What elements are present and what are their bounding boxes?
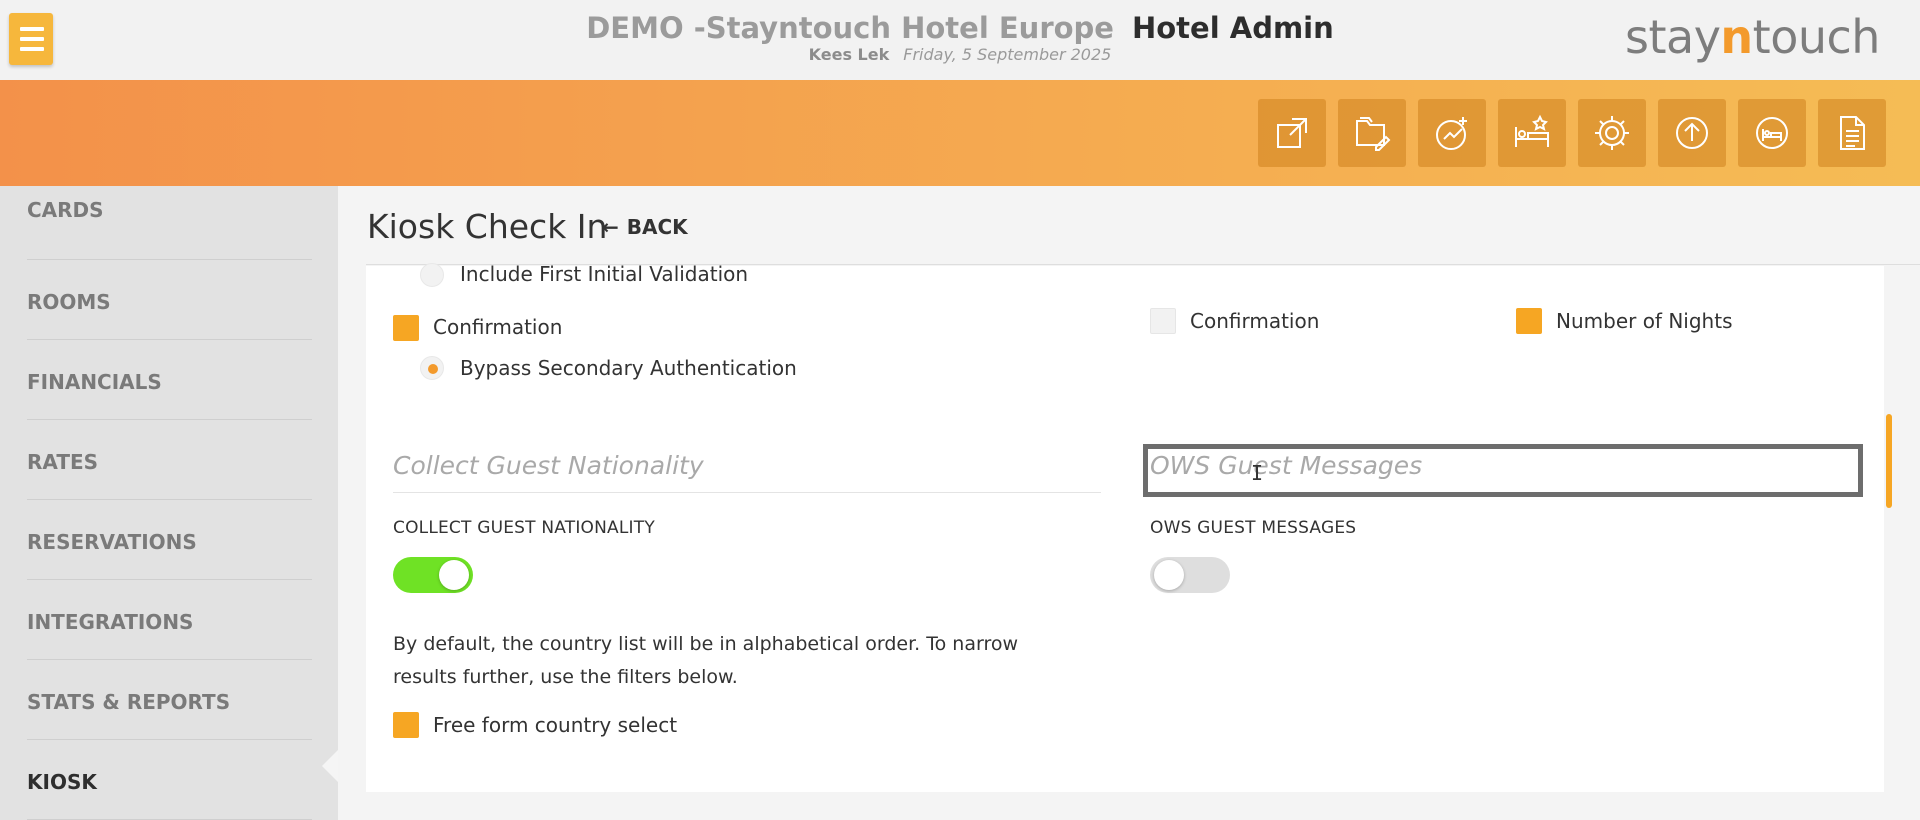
- confirmation-right-checkbox[interactable]: [1150, 308, 1176, 334]
- text-cursor-icon: I: [1251, 461, 1264, 485]
- include-first-initial-radio[interactable]: [420, 263, 444, 287]
- sidebar-item-stats-reports[interactable]: STATS & REPORTS: [27, 690, 312, 740]
- sidebar-item-financials[interactable]: FINANCIALS: [27, 370, 312, 420]
- number-of-nights-checkbox[interactable]: [1516, 308, 1542, 334]
- ows-section-title: OWS Guest Messages: [1150, 451, 1423, 480]
- include-first-initial-label: Include First Initial Validation: [460, 262, 749, 286]
- gear-icon[interactable]: [1578, 99, 1646, 167]
- ows-toggle-label: OWS GUEST MESSAGES: [1150, 518, 1357, 538]
- back-button[interactable]: ← BACK: [602, 215, 688, 239]
- app-header: DEMO -Stayntouch Hotel Europe Hotel Admin…: [0, 0, 1920, 80]
- sparkle-chart-icon[interactable]: [1418, 99, 1486, 167]
- nationality-section-line: [393, 492, 1101, 493]
- page-title: Kiosk Check In: [367, 207, 608, 246]
- app-name: Hotel Admin: [1131, 11, 1334, 45]
- nationality-toggle-label: COLLECT GUEST NATIONALITY: [393, 518, 655, 538]
- sidebar-item-rates[interactable]: RATES: [27, 450, 312, 500]
- free-form-country-label: Free form country select: [433, 713, 678, 737]
- admin-sidebar: CARDS ROOMS FINANCIALS RATES RESERVATION…: [0, 186, 338, 820]
- stayntouch-logo: stayntouch: [1625, 10, 1880, 64]
- back-label: BACK: [626, 215, 688, 239]
- sidebar-item-kiosk[interactable]: KIOSK: [27, 770, 312, 820]
- hotel-name: DEMO -Stayntouch Hotel Europe: [586, 11, 1114, 45]
- nationality-toggle[interactable]: [393, 557, 473, 593]
- sidebar-item-integrations[interactable]: INTEGRATIONS: [27, 610, 312, 660]
- main-toolbar: [0, 80, 1920, 186]
- toggle-knob: [1154, 560, 1184, 590]
- folder-edit-icon[interactable]: [1338, 99, 1406, 167]
- bed-star-icon[interactable]: [1498, 99, 1566, 167]
- user-name: Kees Lek: [808, 45, 890, 64]
- nationality-help-text: By default, the country list will be in …: [393, 633, 1018, 688]
- open-external-icon[interactable]: [1258, 99, 1326, 167]
- confirmation-checkbox[interactable]: [393, 315, 419, 341]
- free-form-country-checkbox[interactable]: [393, 712, 419, 738]
- confirmation-label: Confirmation: [433, 315, 563, 339]
- sidebar-item-rooms[interactable]: ROOMS: [27, 290, 312, 340]
- toggle-knob: [439, 560, 469, 590]
- document-icon[interactable]: [1818, 99, 1886, 167]
- back-arrow-icon: ←: [602, 215, 619, 239]
- ows-toggle[interactable]: [1150, 557, 1230, 593]
- content-scrollbar[interactable]: [1886, 414, 1892, 508]
- current-date: Friday, 5 September 2025: [903, 45, 1112, 64]
- sidebar-item-reservations[interactable]: RESERVATIONS: [27, 530, 312, 580]
- bypass-secondary-label: Bypass Secondary Authentication: [460, 356, 797, 380]
- active-item-pointer: [322, 750, 338, 782]
- bypass-secondary-radio[interactable]: [420, 356, 444, 380]
- number-of-nights-label: Number of Nights: [1556, 309, 1733, 333]
- sidebar-item-cards[interactable]: CARDS: [27, 198, 312, 260]
- upload-circle-icon[interactable]: [1658, 99, 1726, 167]
- bed-circle-icon[interactable]: [1738, 99, 1806, 167]
- nationality-section-title: Collect Guest Nationality: [393, 451, 704, 480]
- confirmation-right-label: Confirmation: [1190, 309, 1320, 333]
- radio-selected-dot: [428, 364, 438, 374]
